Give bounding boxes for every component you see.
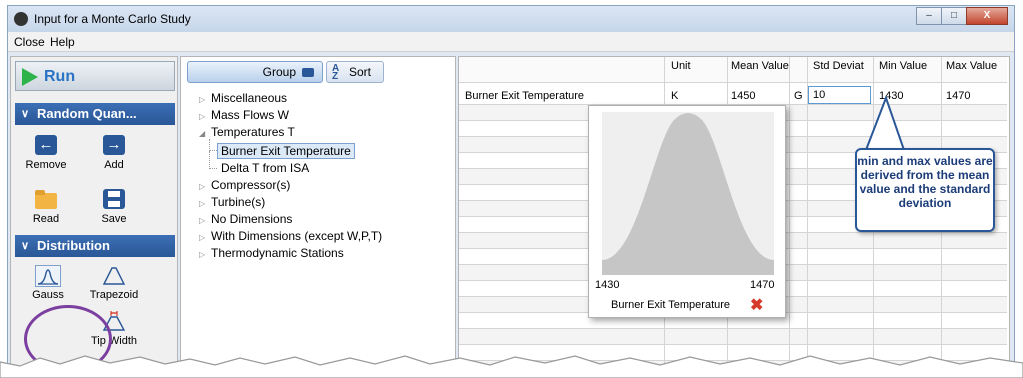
tree-item-compressors[interactable]: Compressor(s)	[211, 178, 290, 192]
save-button[interactable]: Save	[89, 187, 139, 231]
add-button[interactable]: → Add	[89, 133, 139, 177]
tree-item-thermodynamic-stations[interactable]: Thermodynamic Stations	[211, 246, 344, 260]
tree-item-with-dimensions[interactable]: With Dimensions (except W,P,T)	[211, 229, 382, 243]
remove-button[interactable]: ← Remove	[21, 133, 71, 177]
gauss-curve-shape	[602, 113, 774, 275]
x-min-label: 1430	[595, 279, 620, 291]
table-row	[459, 329, 1007, 345]
column-divider	[789, 57, 790, 369]
group-button[interactable]: Group	[187, 61, 323, 83]
left-panel: Run ∨ Random Quan... ← Remove → Add Read…	[10, 56, 178, 369]
expand-arrow-icon[interactable]: ▷	[199, 216, 205, 225]
tree-item-turbines[interactable]: Turbine(s)	[211, 195, 265, 209]
expand-arrow-icon[interactable]: ▷	[199, 233, 205, 242]
tree-item-miscellaneous[interactable]: Miscellaneous	[211, 91, 287, 105]
gauss-button[interactable]: Gauss	[23, 261, 73, 307]
distribution-preview-popup: 1430 1470 Burner Exit Temperature ✖	[588, 105, 786, 318]
expand-arrow-icon[interactable]: ▷	[199, 112, 205, 121]
cell-max[interactable]: 1470	[946, 90, 970, 102]
random-quantities-header[interactable]: ∨ Random Quan...	[15, 103, 175, 125]
menu-close[interactable]: Close	[14, 35, 45, 49]
run-label: Run	[44, 68, 76, 85]
maximize-button[interactable]: □	[941, 7, 967, 25]
callout-note: min and max values are derived from the …	[855, 148, 995, 232]
popup-caption: Burner Exit Temperature	[611, 299, 731, 311]
x-max-label: 1470	[750, 279, 775, 291]
sort-button[interactable]: AZ Sort	[326, 61, 384, 83]
cell-name[interactable]: Burner Exit Temperature	[465, 90, 584, 102]
play-icon	[22, 68, 38, 86]
menu-bar: Close Help	[8, 32, 1014, 52]
title-bar: Input for a Monte Carlo Study – □ X	[8, 6, 1014, 32]
cell-unit[interactable]: K	[671, 90, 678, 102]
close-popup-icon[interactable]: ✖	[750, 295, 763, 315]
distribution-label: Distribution	[37, 238, 110, 253]
minimize-button[interactable]: –	[916, 7, 942, 25]
group-label: Group	[262, 65, 296, 79]
tree-item-mass-flows[interactable]: Mass Flows W	[211, 108, 289, 122]
distribution-header[interactable]: ∨ Distribution	[15, 235, 175, 257]
collapse-chevron-icon: ∨	[21, 108, 30, 120]
window-controls: – □ X	[916, 7, 1008, 25]
remove-label: Remove	[25, 159, 67, 171]
expand-arrow-icon[interactable]: ▷	[199, 95, 205, 104]
column-header-unit[interactable]: Unit	[671, 60, 691, 72]
callout-pointer	[864, 96, 906, 151]
tip-width-icon	[102, 311, 126, 331]
table-row	[459, 345, 1007, 361]
tree-item-no-dimensions[interactable]: No Dimensions	[211, 212, 292, 226]
window-title: Input for a Monte Carlo Study	[34, 12, 191, 26]
tip-width-button[interactable]: Tip Width	[89, 307, 139, 353]
cell-distribution[interactable]: G	[794, 90, 803, 102]
run-button[interactable]: Run	[15, 61, 175, 91]
menu-help[interactable]: Help	[50, 35, 75, 49]
collapse-arrow-icon[interactable]: ◢	[199, 129, 205, 138]
tree-item-delta-t[interactable]: Delta T from ISA	[221, 161, 309, 175]
cell-mean[interactable]: 1450	[731, 90, 755, 102]
tree-panel: Group AZ Sort ▷ Miscellaneous ▷ Mass Flo…	[180, 56, 456, 369]
column-header-std[interactable]: Std Deviat	[813, 60, 864, 72]
random-quantities-label: Random Quan...	[37, 106, 137, 121]
tree-item-temperatures[interactable]: Temperatures T	[211, 125, 295, 139]
column-header-max[interactable]: Max Value	[946, 60, 997, 72]
app-icon	[14, 12, 28, 26]
arrow-right-icon: →	[103, 135, 125, 155]
tree-connector	[209, 139, 217, 151]
read-label: Read	[32, 213, 60, 225]
arrow-left-icon: ←	[35, 135, 57, 155]
save-label: Save	[101, 213, 127, 225]
tree-item-burner-exit-temperature[interactable]: Burner Exit Temperature	[217, 143, 355, 159]
expand-arrow-icon[interactable]: ▷	[199, 199, 205, 208]
expand-arrow-icon[interactable]: ▷	[199, 250, 205, 259]
gauss-distribution-chart	[602, 113, 774, 275]
gauss-label: Gauss	[32, 289, 64, 301]
tree-connector	[209, 151, 217, 169]
sort-az-icon: AZ	[332, 63, 340, 82]
trapezoid-label: Trapezoid	[89, 289, 139, 301]
add-label: Add	[104, 159, 124, 171]
expand-arrow-icon[interactable]: ▷	[199, 182, 205, 191]
save-icon	[103, 189, 125, 209]
table-row	[459, 361, 1007, 369]
group-icon	[302, 68, 314, 77]
gauss-curve-icon	[35, 265, 61, 287]
collapse-chevron-icon: ∨	[21, 240, 30, 252]
trapezoid-button[interactable]: Trapezoid	[89, 261, 139, 307]
column-header-mean[interactable]: Mean Value	[731, 60, 789, 72]
tip-width-label: Tip Width	[90, 335, 138, 347]
close-window-button[interactable]: X	[966, 7, 1008, 25]
column-header-min[interactable]: Min Value	[879, 60, 927, 72]
folder-icon	[35, 189, 57, 209]
trapezoid-icon	[102, 267, 126, 285]
sort-label: Sort	[349, 65, 372, 79]
read-button[interactable]: Read	[21, 187, 71, 231]
